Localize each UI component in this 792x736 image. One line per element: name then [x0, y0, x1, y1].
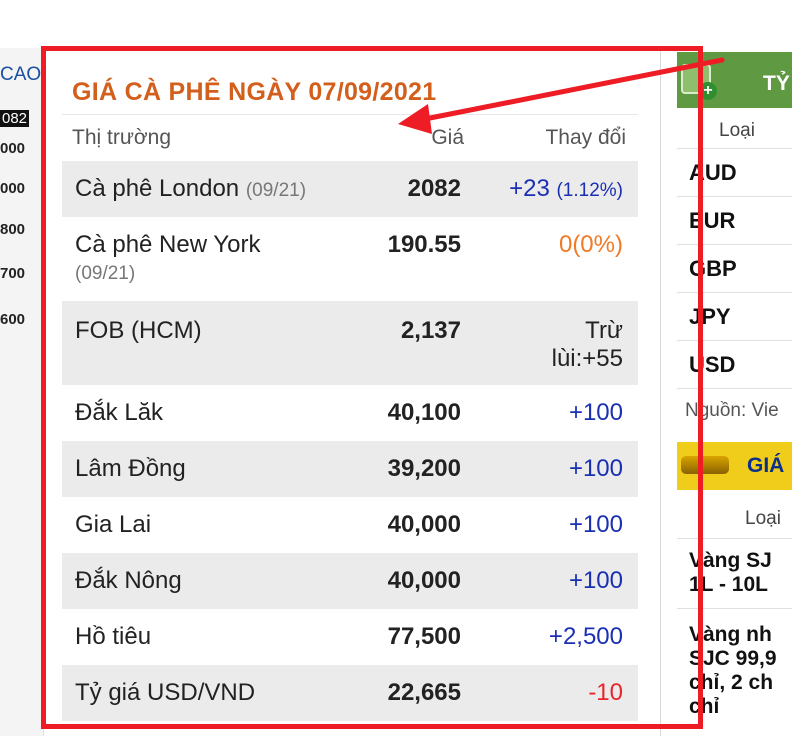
exchange-col-type: Loại — [719, 120, 755, 141]
gold-price-title: GIÁ — [747, 454, 785, 477]
left-column-value: 700 — [0, 265, 26, 282]
left-column: CAO 082 000 000 800 700 600 — [0, 48, 44, 736]
left-column-link[interactable]: CAO — [0, 64, 41, 86]
left-column-badge: 082 — [0, 110, 30, 127]
left-column-value: 800 — [0, 221, 26, 238]
left-column-value: 600 — [0, 311, 26, 328]
exchange-rate-title: TỶ G — [763, 72, 792, 95]
gold-col-type: Loại — [745, 508, 781, 529]
left-column-value: 000 — [0, 140, 26, 157]
annotation-highlight-box — [41, 46, 703, 729]
left-column-value: 000 — [0, 180, 26, 197]
